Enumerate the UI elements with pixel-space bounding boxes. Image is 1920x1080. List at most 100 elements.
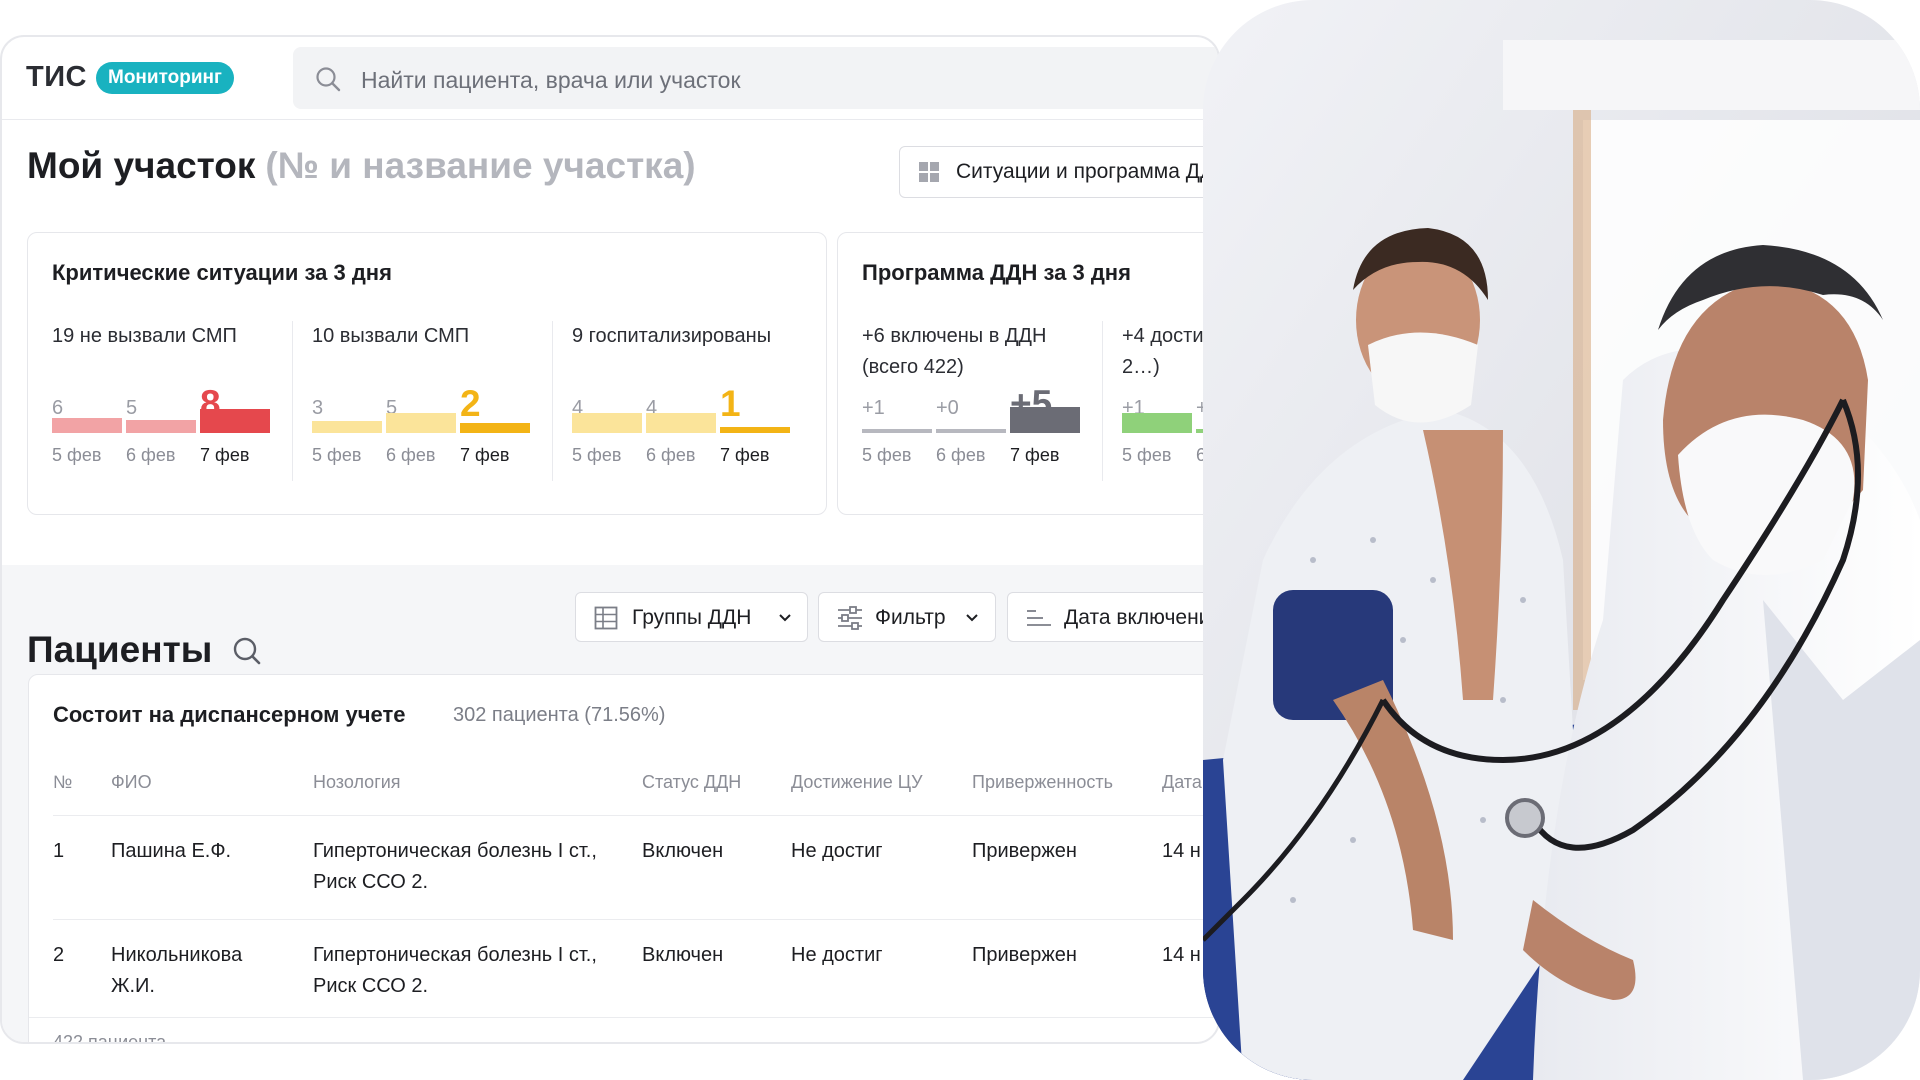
metric-day: 6 фев bbox=[646, 445, 696, 465]
divider bbox=[1102, 321, 1103, 481]
cell-nosology: Гипертоническая болезнь I ст., Риск ССО … bbox=[313, 840, 597, 893]
doctor-patient-photo bbox=[1203, 0, 1920, 1080]
cell-status: Включен bbox=[642, 944, 724, 966]
search-icon[interactable] bbox=[232, 636, 262, 666]
metric-column: 46 фев bbox=[646, 321, 716, 481]
search-placeholder: Найти пациента, врача или участок bbox=[361, 67, 741, 93]
situations-program-button[interactable]: Ситуации и программа ДДН bbox=[899, 146, 1220, 198]
table-row[interactable]: 1 Пашина Е.Ф. Гипертоническая болезнь I … bbox=[53, 815, 1218, 920]
metric-column: 56 фев bbox=[386, 321, 456, 481]
metric-day: 7 фев bbox=[720, 445, 770, 465]
column-header[interactable]: Нозология bbox=[313, 772, 401, 793]
metric-value: 2 bbox=[460, 383, 481, 424]
metric-day: 7 фев bbox=[200, 445, 250, 465]
metric-bar bbox=[126, 420, 196, 433]
metric-day: 5 фев bbox=[312, 445, 362, 465]
footer-total: 422 пациента bbox=[53, 1032, 167, 1044]
cell-number: 2 bbox=[53, 944, 65, 966]
metric-column: 87 фев bbox=[200, 321, 270, 481]
cell-nosology: Гипертоническая болезнь I ст., Риск ССО … bbox=[313, 944, 597, 997]
filter-button[interactable]: Фильтр bbox=[818, 592, 996, 642]
table-row[interactable]: 2 Никольникова Ж.И. Гипертоническая боле… bbox=[53, 919, 1218, 1024]
patients-title: Пациенты bbox=[27, 629, 213, 670]
sort-date-button[interactable]: Дата включения bbox=[1007, 592, 1220, 642]
cell-name[interactable]: Никольникова Ж.И. bbox=[111, 940, 281, 1002]
column-header[interactable]: Приверженность bbox=[972, 772, 1113, 793]
cell-goal: Не достиг bbox=[791, 840, 883, 862]
metric-value: +0 bbox=[936, 397, 959, 419]
metric-day: 7 фев bbox=[1010, 445, 1060, 465]
metric-bar bbox=[862, 429, 932, 433]
metric-day: 7 фев bbox=[460, 445, 510, 465]
table-footer: 422 пациента bbox=[29, 1017, 1218, 1044]
metric-day: 5 фев bbox=[862, 445, 912, 465]
metric-column: +5 7 фев bbox=[1010, 321, 1080, 481]
table-title: Состоит на диспансерном учете bbox=[53, 702, 406, 727]
metric-value: 5 bbox=[126, 397, 138, 419]
logo-badge: Мониторинг bbox=[96, 62, 234, 94]
sort-date-label: Дата включения bbox=[1064, 606, 1220, 629]
cell-date: 14 н bbox=[1162, 944, 1201, 966]
metric-bar bbox=[720, 427, 790, 433]
metric-day: 6 фев bbox=[936, 445, 986, 465]
ddn-groups-label: Группы ДДН bbox=[632, 606, 752, 629]
top-bar: ТИС Мониторинг Найти пациента, врача или… bbox=[2, 37, 1218, 120]
filter-label: Фильтр bbox=[875, 606, 946, 629]
metric-called-ambulance[interactable]: 10 вызвали СМП 3 5 фев 5 6 фев 2 7 фев bbox=[312, 321, 542, 481]
cell-date: 14 н bbox=[1162, 840, 1201, 862]
program-ddn-card: Программа ДДН за 3 дня +6 включены в ДДН… bbox=[837, 232, 1218, 515]
metric-value: +1 bbox=[862, 397, 885, 419]
metric-value: 6 bbox=[52, 397, 64, 419]
metric-value: 3 bbox=[312, 397, 324, 419]
metric-bar bbox=[386, 413, 456, 433]
column-header[interactable]: Дата bbox=[1162, 772, 1202, 793]
metric-column: 1 7 фев bbox=[720, 321, 790, 481]
search-icon bbox=[316, 67, 341, 92]
metric-hospitalized[interactable]: 9 госпитализированы 4 5 фев 4 6 фев 1 7 фев bbox=[572, 321, 802, 481]
divider bbox=[292, 321, 293, 481]
program-ddn-title: Программа ДДН за 3 дня bbox=[862, 260, 1131, 285]
metric-day: 6 фев bbox=[386, 445, 436, 465]
cell-adherence: Привержен bbox=[972, 840, 1077, 862]
column-header[interactable]: № bbox=[53, 772, 72, 793]
metric-column: 3 5 фев bbox=[312, 321, 382, 481]
photo-illustration bbox=[1203, 0, 1920, 1080]
metric-column: 45 фев bbox=[572, 321, 642, 481]
metric-column: +1 5 фев bbox=[1122, 321, 1192, 481]
grid-icon bbox=[919, 162, 939, 182]
critical-situations-title: Критические ситуации за 3 дня bbox=[52, 260, 392, 285]
metric-column: 2 7 фев bbox=[460, 321, 530, 481]
column-header[interactable]: Статус ДДН bbox=[642, 772, 741, 793]
column-header[interactable]: ФИО bbox=[111, 772, 152, 793]
chevron-down-icon bbox=[966, 614, 978, 622]
metric-not-called-ambulance[interactable]: 19 не вызвали СМП 6 5 фев 5 6 фев 8 7 фев bbox=[52, 321, 282, 481]
column-header[interactable]: Достижение ЦУ bbox=[791, 772, 923, 793]
page-title: Мой участок (№ и название участка) bbox=[27, 145, 696, 187]
patients-table: Состоит на диспансерном учете 302 пациен… bbox=[28, 674, 1218, 1044]
ddn-groups-button[interactable]: Группы ДДН bbox=[575, 592, 808, 642]
chevron-down-icon bbox=[779, 614, 791, 622]
logo-text[interactable]: ТИС bbox=[26, 61, 87, 94]
metric-column: +1 5 фев bbox=[862, 321, 932, 481]
metric-column: +0 6 фев bbox=[936, 321, 1006, 481]
situations-program-label: Ситуации и программа ДДН bbox=[956, 160, 1220, 183]
metric-bar bbox=[200, 409, 270, 433]
cell-status: Включен bbox=[642, 840, 724, 862]
metric-column: 56 фев bbox=[126, 321, 196, 481]
metric-bar bbox=[646, 413, 716, 433]
cell-number: 1 bbox=[53, 840, 65, 862]
metric-day: 5 фев bbox=[1122, 445, 1172, 465]
metric-bar bbox=[460, 423, 530, 433]
global-search-input[interactable]: Найти пациента, врача или участок bbox=[293, 47, 1218, 109]
metric-day: 5 фев bbox=[572, 445, 622, 465]
metric-bar bbox=[936, 429, 1006, 433]
metric-bar bbox=[52, 418, 122, 433]
metric-included-ddn[interactable]: +6 включены в ДДН (всего 422) +1 5 фев +0 6 … bbox=[862, 321, 1092, 481]
page-title-subtitle: (№ и название участка) bbox=[265, 145, 696, 186]
page-title-main: Мой участок bbox=[27, 145, 256, 186]
table-count: 302 пациента (71.56%) bbox=[453, 704, 666, 726]
app-window: ТИС Мониторинг Найти пациента, врача или… bbox=[0, 35, 1220, 1044]
critical-situations-card: Критические ситуации за 3 дня 19 не вызв… bbox=[27, 232, 827, 515]
metric-day: 5 фев bbox=[52, 445, 102, 465]
cell-name[interactable]: Пашина Е.Ф. bbox=[111, 836, 291, 867]
